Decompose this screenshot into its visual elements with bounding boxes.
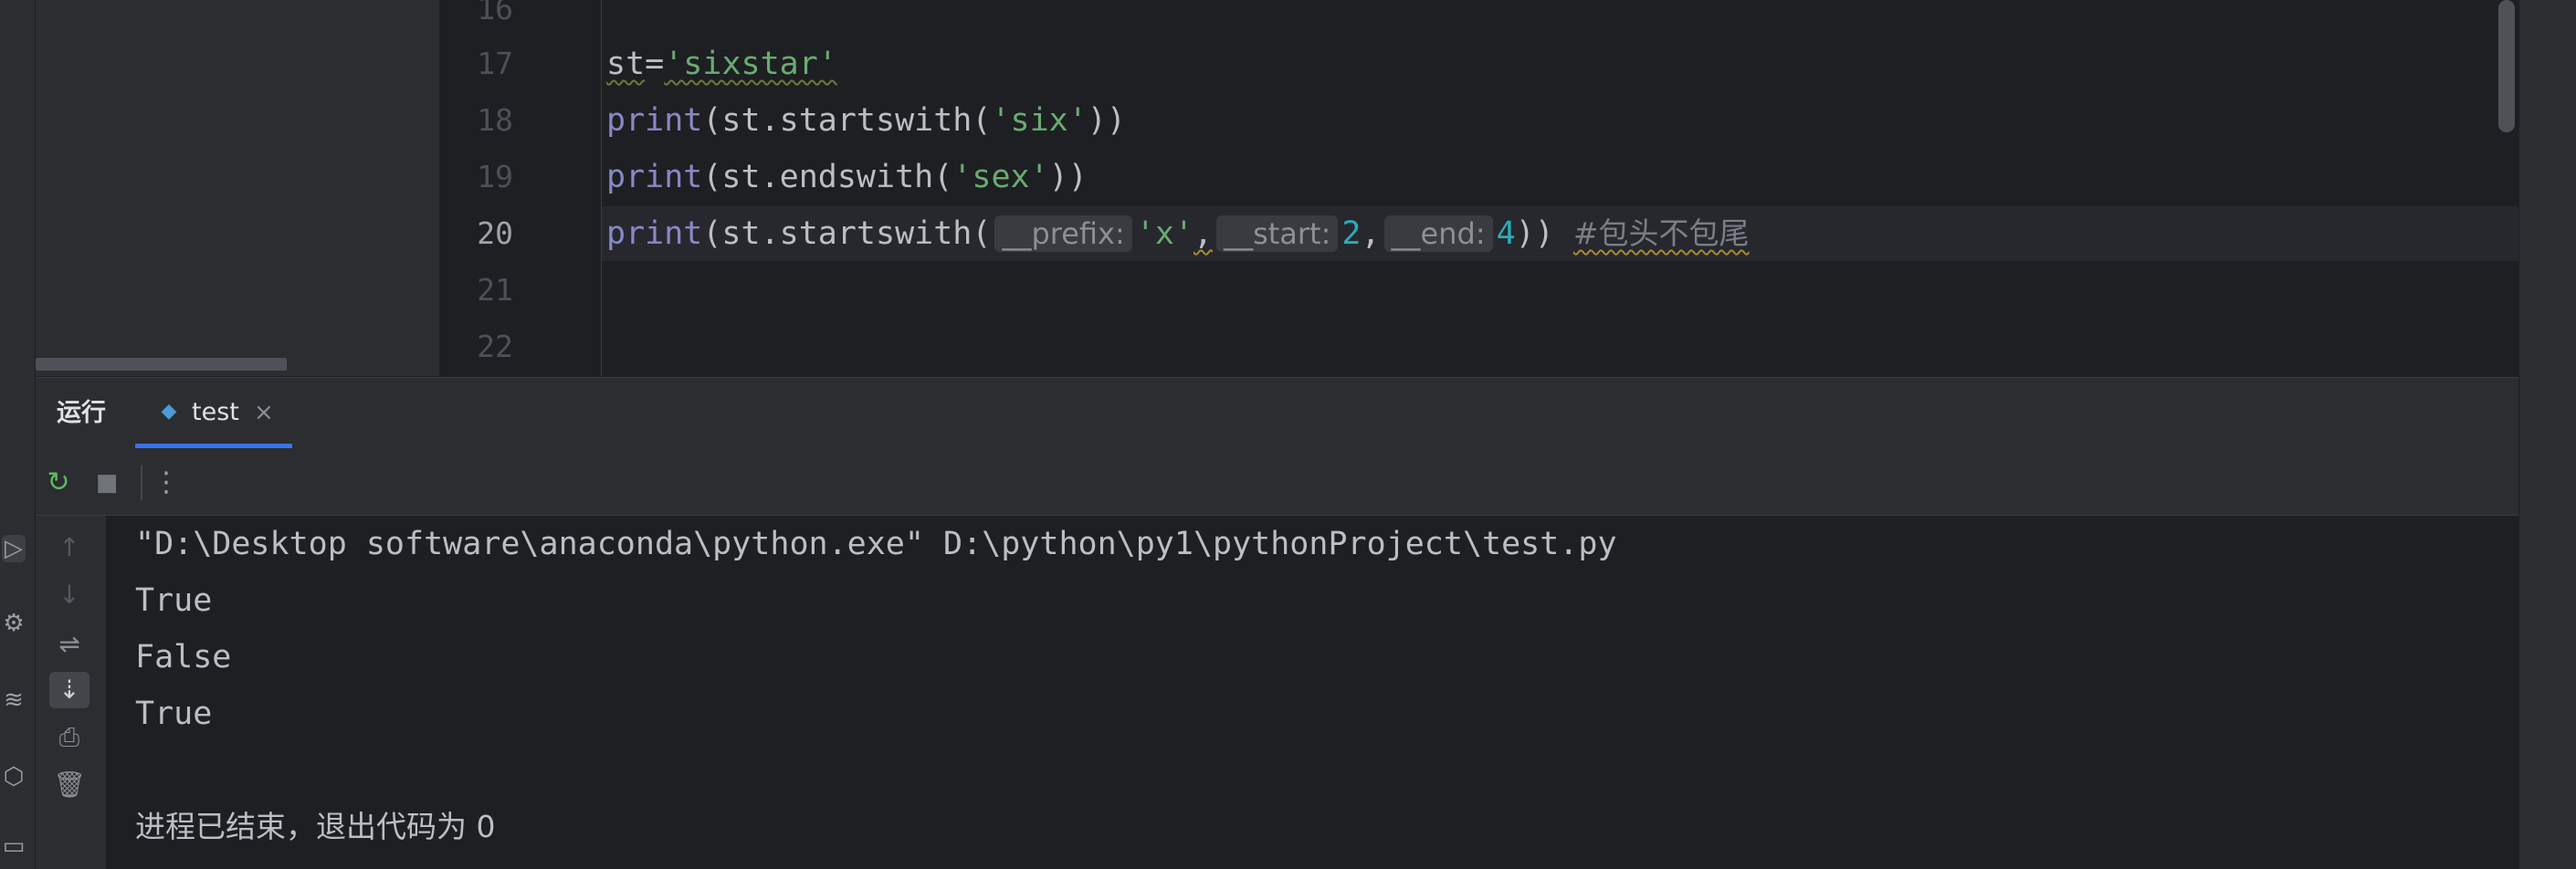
horizontal-scrollbar[interactable]	[36, 358, 287, 371]
python-packages-icon[interactable]: ⚙	[2, 610, 26, 637]
line-number: 19	[477, 159, 513, 194]
code-paren: ))	[1087, 102, 1126, 139]
parameter-hint: __end:	[1383, 215, 1493, 252]
code-comment: #包头不包尾	[1572, 215, 1750, 251]
code-call: (st.startswith(	[702, 102, 992, 139]
services-icon[interactable]: ⬡	[2, 763, 26, 790]
line-number: 20	[477, 215, 513, 251]
code-string: 'x'	[1135, 215, 1193, 252]
code-line[interactable]: print(st.startswith('six'))	[606, 102, 1126, 139]
code-string: 'six'	[991, 102, 1088, 139]
parameter-hint: __prefix:	[994, 215, 1132, 252]
python-icon: ◆	[161, 400, 177, 423]
scroll-to-end-icon[interactable]: ⇣	[49, 672, 89, 708]
parameter-hint: __start:	[1216, 215, 1339, 252]
code-comma: ,	[1361, 215, 1381, 252]
vertical-scrollbar[interactable]	[2498, 0, 2515, 132]
line-number: 18	[477, 102, 513, 138]
code-line[interactable]: print(st.endswith('sex'))	[606, 159, 1088, 195]
code-line-current[interactable]: print(st.startswith(__prefix:'x', __start…	[606, 215, 1750, 252]
tab-label[interactable]: test	[192, 396, 239, 429]
code-number: 2	[1341, 215, 1362, 252]
terminal-icon[interactable]: ▭	[2, 832, 26, 860]
print-icon[interactable]: ⎙	[49, 719, 89, 756]
code-call: (st.endswith(	[702, 159, 953, 195]
left-tool-strip: ▷ ⚙ ≋ ⬡ ▭	[0, 0, 36, 869]
arrow-down-icon[interactable]: ↓	[49, 577, 89, 613]
rerun-icon[interactable]: ↻	[40, 461, 77, 505]
layers-icon[interactable]: ≋	[2, 686, 26, 714]
soft-wrap-icon[interactable]: ⇌	[49, 626, 89, 663]
process-exit-message: 进程已结束，退出代码为 0	[135, 809, 496, 844]
toolbar-divider	[141, 466, 142, 500]
stop-icon[interactable]: ■	[89, 461, 125, 505]
code-line[interactable]: st='sixstar'	[606, 46, 837, 82]
run-panel-header	[36, 377, 2518, 452]
arrow-up-icon[interactable]: ↑	[49, 529, 89, 566]
more-vertical-icon[interactable]: ⋮	[148, 461, 184, 505]
code-identifier: st	[606, 46, 646, 82]
console-line: "D:\Desktop software\anaconda\python.exe…	[135, 526, 1617, 562]
code-function: print	[606, 159, 703, 195]
code-paren: ))	[1048, 159, 1088, 195]
run-panel-title: 运行	[57, 399, 106, 427]
code-function: print	[606, 215, 703, 252]
console-line: True	[135, 696, 213, 732]
line-number: 21	[477, 272, 513, 308]
code-call: (st.startswith(	[702, 215, 992, 252]
run-tool-icon[interactable]: ▷	[2, 535, 26, 562]
line-number: 17	[477, 46, 513, 81]
code-comma: ,	[1193, 215, 1214, 252]
code-string: 'sex'	[952, 159, 1049, 195]
line-number: 16	[477, 0, 513, 26]
code-operator: =	[645, 46, 665, 82]
project-panel	[36, 0, 439, 376]
code-string: 'sixstar'	[664, 46, 837, 82]
line-number: 22	[477, 329, 513, 364]
active-tab-indicator	[135, 444, 292, 448]
run-toolbar	[36, 451, 2518, 516]
code-paren: ))	[1515, 215, 1554, 252]
right-tool-strip	[2518, 0, 2576, 869]
close-icon[interactable]: ×	[254, 396, 274, 429]
code-number: 4	[1496, 215, 1516, 252]
trash-icon[interactable]: 🗑	[49, 767, 89, 803]
console-line: True	[135, 582, 213, 619]
code-function: print	[606, 102, 703, 139]
console-line: False	[135, 639, 232, 675]
